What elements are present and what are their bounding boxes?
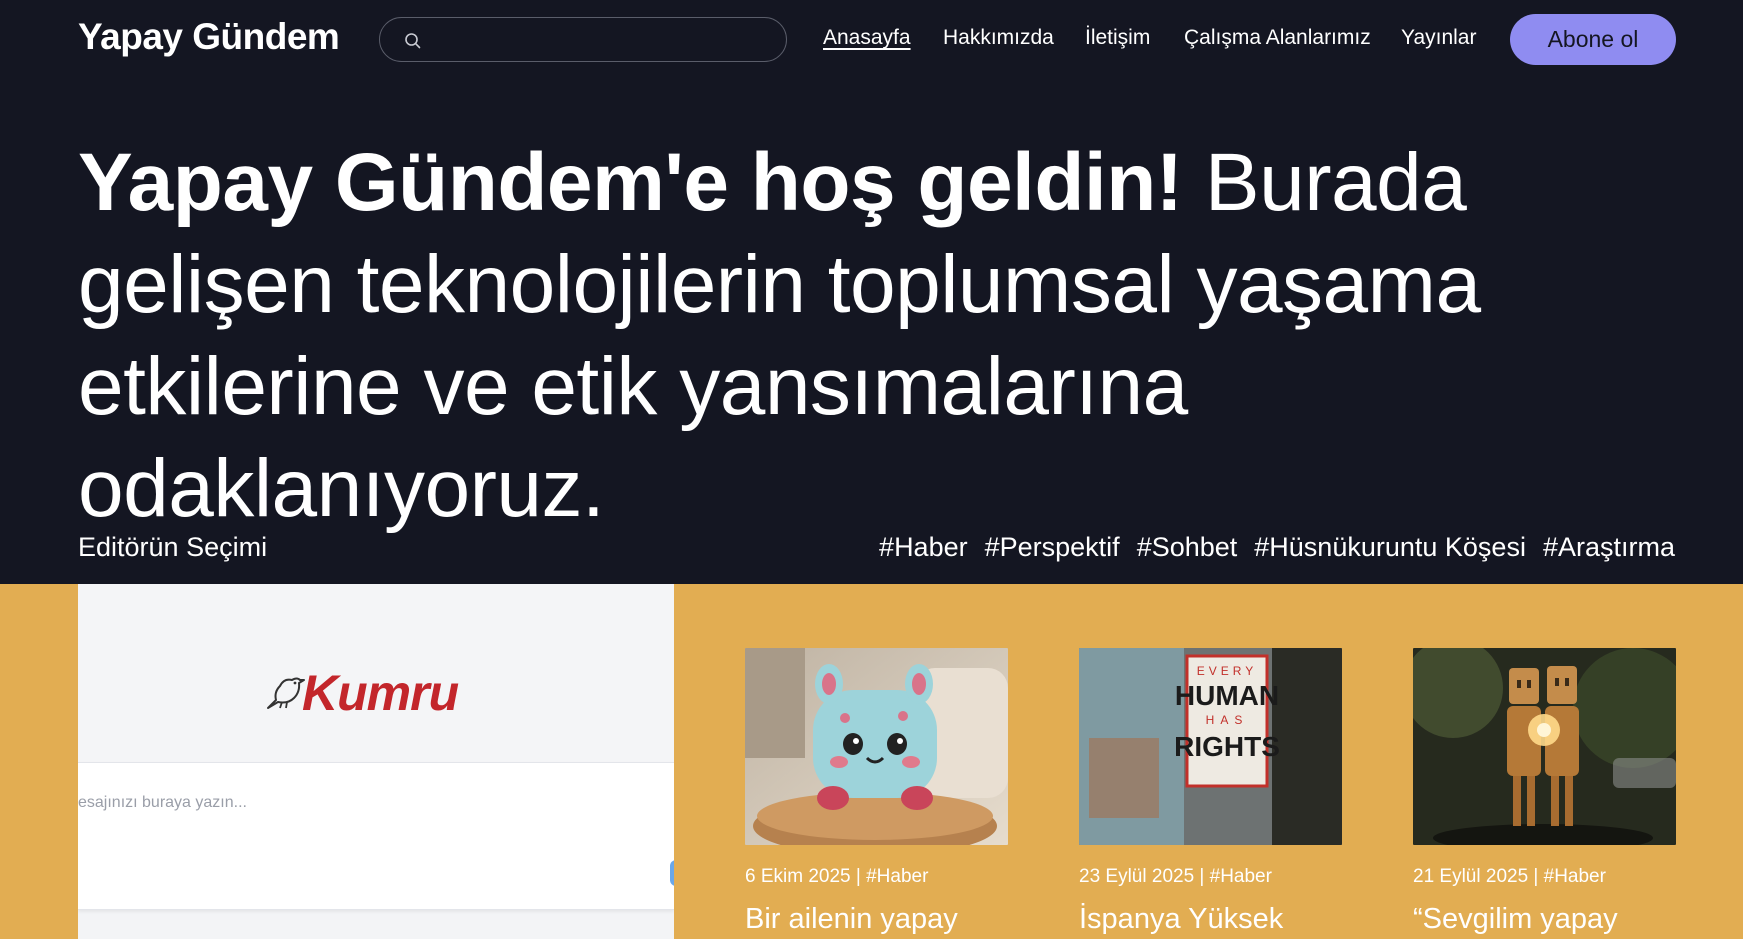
nav-calisma-alanlarimiz[interactable]: Çalışma Alanlarımız — [1184, 26, 1371, 50]
card-meta: 23 Eylül 2025 | #Haber — [1079, 866, 1272, 887]
tag-sohbet[interactable]: #Sohbet — [1137, 532, 1238, 563]
tag-perspektif[interactable]: #Perspektif — [985, 532, 1120, 563]
nav-yayinlar[interactable]: Yayınlar — [1401, 26, 1476, 50]
featured-chat-box — [78, 762, 674, 910]
subscribe-button[interactable]: Abone ol — [1510, 14, 1676, 65]
kumru-logo-text: Kumru — [302, 665, 459, 721]
hero-heading: Yapay Gündem'e hoş geldin! Burada gelişe… — [78, 132, 1688, 540]
tag-list: #Haber #Perspektif #Sohbet #Hüsnükuruntu… — [879, 532, 1675, 563]
bird-icon — [267, 677, 305, 709]
sticker-text-every: EVERY — [1197, 664, 1257, 678]
featured-article-image[interactable]: Kumru esajınızı buraya yazın... — [78, 584, 674, 939]
plush-toy-illustration — [745, 648, 1008, 845]
site-header: Yapay Gündem Anasayfa Hakkımızda İletişi… — [0, 0, 1743, 80]
card-title[interactable]: Bir ailenin yapay — [745, 903, 958, 936]
nav-hakkimizda[interactable]: Hakkımızda — [943, 26, 1054, 50]
card-meta: 6 Ekim 2025 | #Haber — [745, 866, 929, 887]
card-meta: 21 Eylül 2025 | #Haber — [1413, 866, 1606, 887]
tag-arastirma[interactable]: #Araştırma — [1543, 532, 1675, 563]
tag-haber[interactable]: #Haber — [879, 532, 968, 563]
search-box[interactable] — [379, 17, 787, 62]
sticker-text-rights: RIGHTS — [1174, 731, 1280, 762]
search-icon — [405, 33, 421, 49]
site-logo[interactable]: Yapay Gündem — [78, 16, 340, 58]
sticker-text-has: HAS — [1206, 713, 1249, 727]
robot-couple-illustration — [1413, 648, 1676, 845]
hero-bold-text: Yapay Gündem'e hoş geldin! — [78, 137, 1183, 228]
search-input[interactable] — [430, 26, 770, 54]
editors-pick-label: Editörün Seçimi — [78, 532, 268, 562]
tag-husnukuruntu-kosesi[interactable]: #Hüsnükuruntu Köşesi — [1254, 532, 1526, 563]
sticker-text-human: HUMAN — [1175, 680, 1279, 711]
card-title[interactable]: “Sevgilim yapay — [1413, 903, 1618, 936]
nav-iletisim[interactable]: İletişim — [1085, 26, 1150, 50]
human-rights-sticker-illustration: EVERY HUMAN HAS RIGHTS — [1079, 648, 1342, 845]
card-image-plush-toy[interactable] — [745, 648, 1008, 845]
featured-chat-placeholder: esajınızı buraya yazın... — [78, 794, 247, 811]
card-image-robot-couple[interactable] — [1413, 648, 1676, 845]
card-title[interactable]: İspanya Yüksek — [1079, 903, 1283, 936]
card-image-human-rights[interactable]: EVERY HUMAN HAS RIGHTS — [1079, 648, 1342, 845]
nav-anasayfa[interactable]: Anasayfa — [823, 26, 911, 50]
featured-send-button — [670, 860, 674, 886]
